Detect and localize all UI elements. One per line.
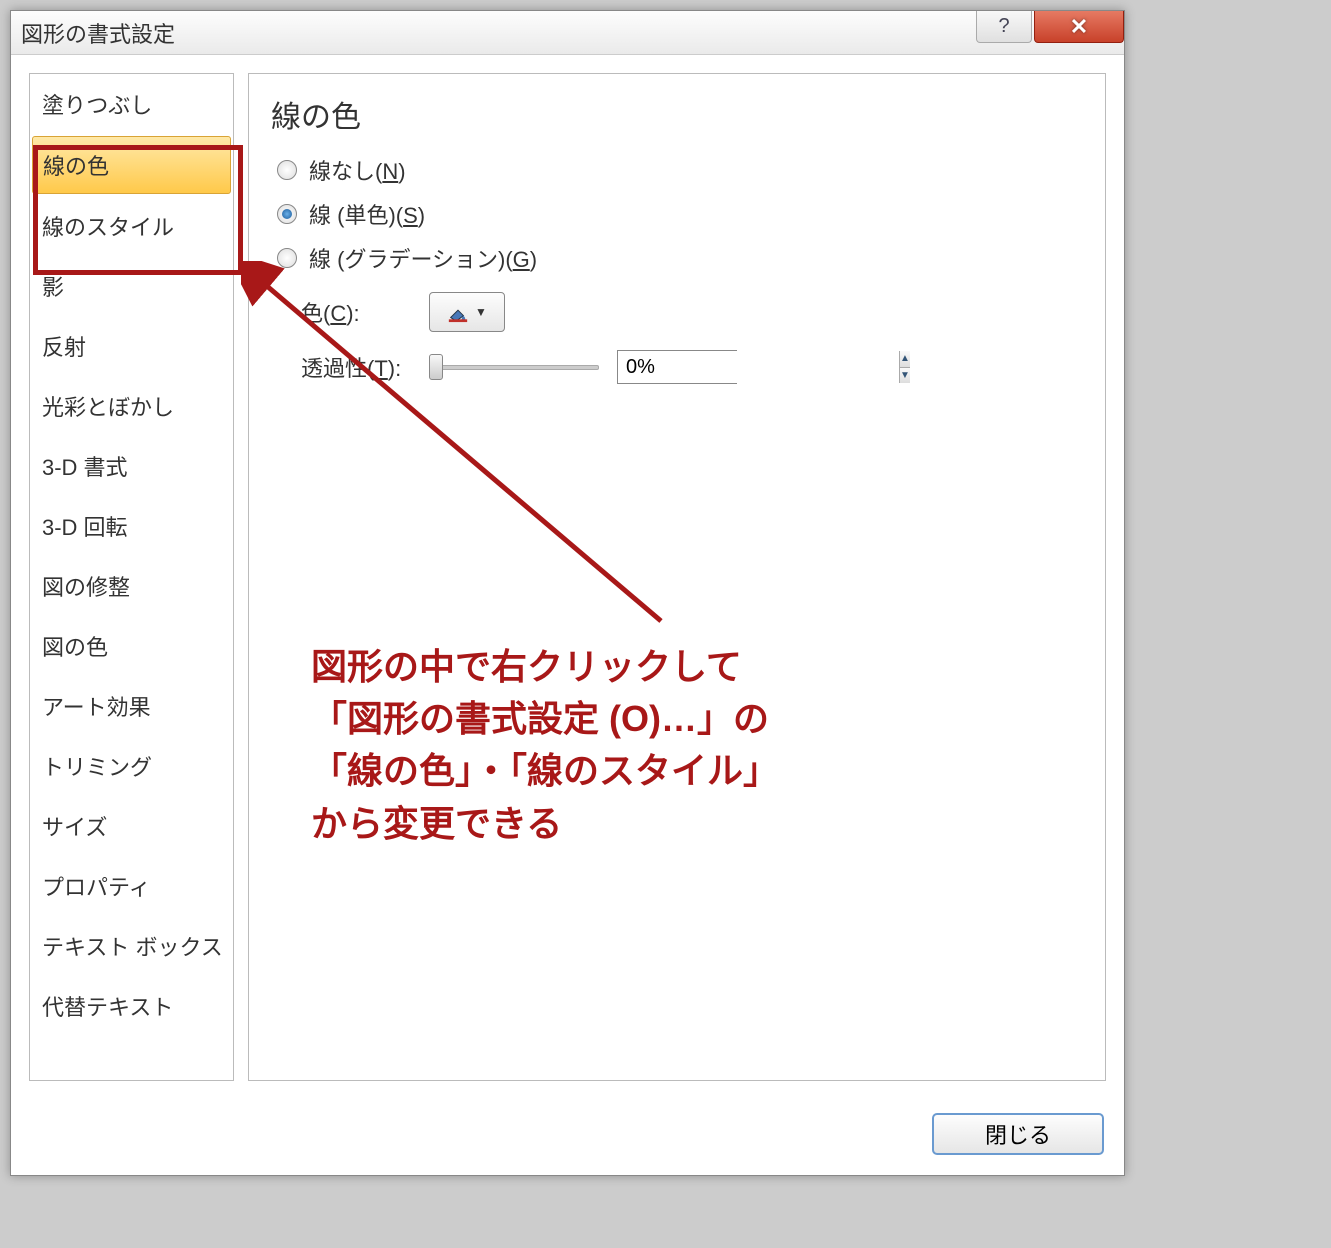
dialog-title: 図形の書式設定 xyxy=(21,17,175,49)
transparency-spinner: ▲ ▼ xyxy=(617,350,737,384)
sidebar-item-shadow[interactable]: 影 xyxy=(30,256,233,316)
radio-gradient-line[interactable]: 線 (グラデーション)(G) xyxy=(271,242,1083,274)
radio-icon xyxy=(277,204,297,224)
sidebar-item-alt-text[interactable]: 代替テキスト xyxy=(30,976,233,1036)
close-icon: ✕ xyxy=(1070,14,1088,40)
dialog-footer: 閉じる xyxy=(11,1099,1124,1175)
color-label: 色(C): xyxy=(301,296,411,328)
radio-icon xyxy=(277,160,297,180)
format-shape-dialog: 図形の書式設定 ? ✕ 塗りつぶし 線の色 線のスタイル 影 反射 光彩とぼかし… xyxy=(10,10,1125,1176)
section-title: 線の色 xyxy=(271,92,1083,136)
radio-label: 線なし(N) xyxy=(309,154,406,186)
sidebar-item-picture-corrections[interactable]: 図の修整 xyxy=(30,556,233,616)
help-button[interactable]: ? xyxy=(976,11,1032,43)
dropdown-arrow-icon: ▼ xyxy=(475,305,487,319)
sidebar-item-3d-format[interactable]: 3-D 書式 xyxy=(30,436,233,496)
slider-thumb[interactable] xyxy=(429,354,443,380)
color-picker-button[interactable]: ▼ xyxy=(429,292,505,332)
sidebar-item-picture-color[interactable]: 図の色 xyxy=(30,616,233,676)
dialog-body: 塗りつぶし 線の色 線のスタイル 影 反射 光彩とぼかし 3-D 書式 3-D … xyxy=(11,55,1124,1099)
radio-no-line[interactable]: 線なし(N) xyxy=(271,154,1083,186)
radio-label: 線 (グラデーション)(G) xyxy=(309,242,537,274)
sidebar-item-artistic-effects[interactable]: アート効果 xyxy=(30,676,233,736)
slider-track xyxy=(429,365,599,370)
transparency-label: 透過性(T): xyxy=(301,351,411,383)
sidebar-item-line-style[interactable]: 線のスタイル xyxy=(30,196,233,256)
sidebar-item-properties[interactable]: プロパティ xyxy=(30,856,233,916)
radio-label: 線 (単色)(S) xyxy=(309,198,425,230)
content-panel: 線の色 線なし(N) 線 (単色)(S) 線 (グラデーション)(G) 色(C)… xyxy=(248,73,1106,1081)
titlebar: 図形の書式設定 ? ✕ xyxy=(11,11,1124,55)
transparency-slider[interactable] xyxy=(429,356,599,378)
help-icon: ? xyxy=(998,15,1009,38)
spinner-down-button[interactable]: ▼ xyxy=(900,368,910,384)
sidebar-item-3d-rotation[interactable]: 3-D 回転 xyxy=(30,496,233,556)
sidebar-item-line-color[interactable]: 線の色 xyxy=(32,136,231,194)
sidebar-item-crop[interactable]: トリミング xyxy=(30,736,233,796)
sidebar-item-fill[interactable]: 塗りつぶし xyxy=(30,74,233,134)
sidebar-item-textbox[interactable]: テキスト ボックス xyxy=(30,916,233,976)
close-button[interactable]: 閉じる xyxy=(932,1113,1104,1155)
category-sidebar: 塗りつぶし 線の色 線のスタイル 影 反射 光彩とぼかし 3-D 書式 3-D … xyxy=(29,73,234,1081)
sidebar-item-glow[interactable]: 光彩とぼかし xyxy=(30,376,233,436)
window-close-button[interactable]: ✕ xyxy=(1034,11,1124,43)
sidebar-item-size[interactable]: サイズ xyxy=(30,796,233,856)
paint-bucket-icon xyxy=(447,301,469,323)
sidebar-item-reflection[interactable]: 反射 xyxy=(30,316,233,376)
radio-icon xyxy=(277,248,297,268)
transparency-input[interactable] xyxy=(618,351,899,383)
radio-solid-line[interactable]: 線 (単色)(S) xyxy=(271,198,1083,230)
spinner-up-button[interactable]: ▲ xyxy=(900,351,910,368)
